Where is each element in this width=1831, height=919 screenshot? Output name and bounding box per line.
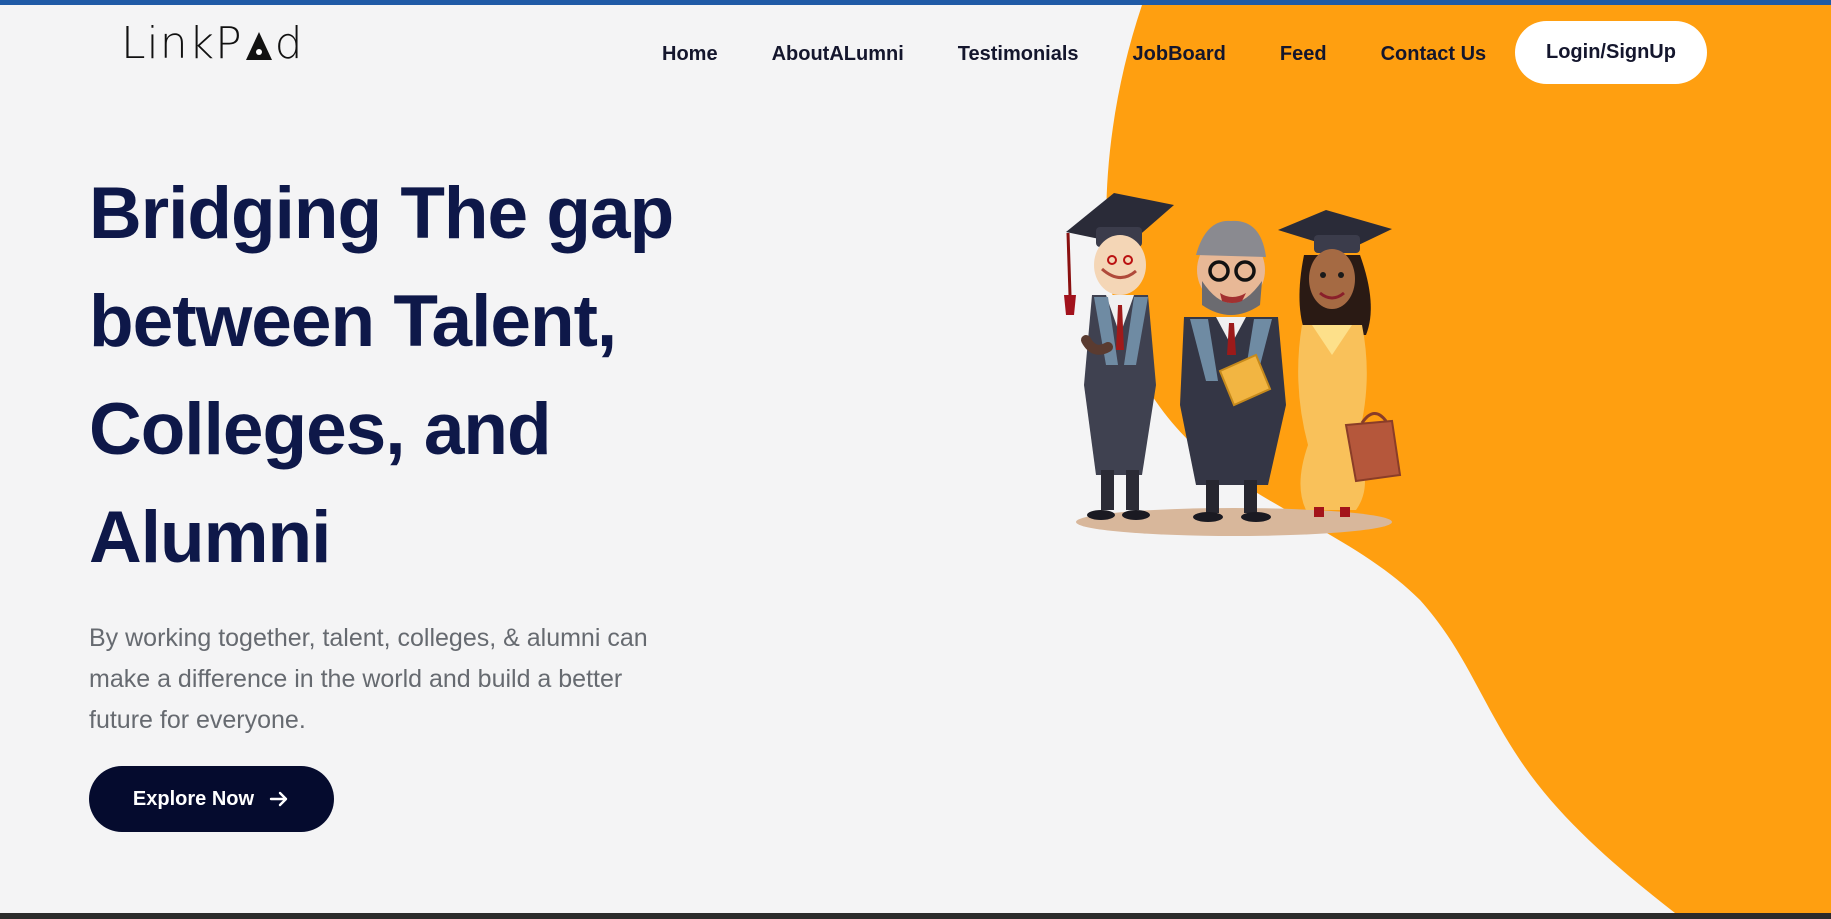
graduate-left: [1064, 193, 1174, 520]
linkpad-logo[interactable]: LinkP d: [121, 22, 304, 66]
explore-now-label: Explore Now: [132, 787, 255, 810]
logo-text-left: LinkP: [121, 18, 243, 69]
graduate-middle: [1180, 220, 1286, 522]
bottom-bar: [0, 913, 1831, 919]
nav-item-about-alumni[interactable]: AboutALumni: [772, 40, 904, 68]
graduates-illustration: [1064, 193, 1402, 536]
explore-now-button[interactable]: Explore Now: [89, 766, 334, 832]
nav-item-jobboard[interactable]: JobBoard: [1133, 40, 1226, 68]
nav-item-contact-us[interactable]: Contact Us: [1381, 40, 1487, 68]
logo-text-right: d: [274, 18, 304, 69]
login-signup-button[interactable]: Login/SignUp: [1515, 21, 1707, 84]
arrow-right-icon: [269, 791, 288, 807]
hero-title: Bridging The gap between Talent, College…: [89, 173, 674, 578]
nav-item-feed[interactable]: Feed: [1280, 40, 1327, 68]
logo-a-mark-icon: [245, 32, 272, 60]
nav-item-testimonials[interactable]: Testimonials: [958, 40, 1079, 68]
graduate-right: [1278, 210, 1402, 517]
hero-subtitle: By working together, talent, colleges, &…: [89, 624, 648, 734]
nav-item-home[interactable]: Home: [662, 40, 718, 68]
main-nav: Home AboutALumni Testimonials JobBoard F…: [662, 40, 1486, 68]
